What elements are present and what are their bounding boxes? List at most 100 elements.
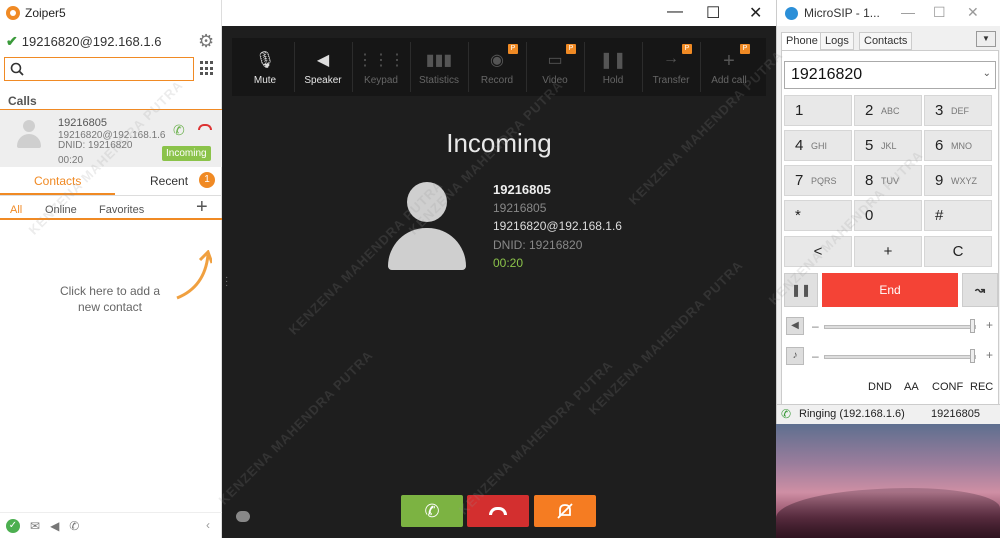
dial-key-hash[interactable]: #: [924, 200, 992, 231]
key-digit: 0: [865, 207, 874, 224]
transfer-phone-icon: ↝: [974, 283, 986, 297]
speaker-volume-slider[interactable]: [824, 325, 976, 329]
account-status[interactable]: ✔ 19216820@192.168.1.6: [6, 33, 161, 50]
contact-filter-bar: All Online Favorites +: [0, 196, 222, 220]
chat-bubble-icon[interactable]: [236, 511, 250, 522]
microphone-icon[interactable]: ♪: [786, 347, 804, 365]
add-call-label: Add call: [711, 75, 747, 86]
maximize-icon[interactable]: ☐: [706, 3, 720, 23]
dial-key-star[interactable]: *: [784, 200, 852, 231]
tab-contacts[interactable]: Contacts: [34, 174, 81, 188]
backspace-key[interactable]: <: [784, 236, 852, 267]
hold-button[interactable]: ❚❚ Hold: [584, 38, 642, 96]
add-contact-hint[interactable]: Click here to add a new contact: [50, 283, 170, 315]
dial-number-value: 19216820: [791, 66, 863, 83]
key-letters: JKL: [881, 141, 897, 151]
phone-settings-icon[interactable]: ✆: [69, 519, 79, 533]
speaker-slider-thumb[interactable]: [970, 319, 975, 333]
clear-key[interactable]: C: [924, 236, 992, 267]
dial-key-2[interactable]: 2 ABC: [854, 95, 922, 126]
end-call-button[interactable]: End: [822, 273, 958, 307]
dnd-toggle[interactable]: DND: [868, 381, 892, 393]
conference-toggle[interactable]: CONF: [932, 381, 963, 393]
zoiper-bottom-bar: ✓ ✉ ◀ ✆: [0, 512, 222, 538]
chevron-down-icon[interactable]: ⌄: [983, 68, 991, 79]
tab-logs[interactable]: Logs: [820, 32, 854, 50]
filter-favorites[interactable]: Favorites: [99, 204, 144, 216]
add-contact-plus-icon[interactable]: +: [196, 196, 208, 219]
tab-recent[interactable]: Recent: [150, 174, 188, 188]
speaker-button[interactable]: ◀ Speaker: [294, 38, 352, 96]
plus-icon: +: [986, 318, 994, 332]
plus-key[interactable]: +: [854, 236, 922, 267]
dial-key-6[interactable]: 6 MNO: [924, 130, 992, 161]
auto-answer-toggle[interactable]: AA: [904, 381, 919, 393]
transfer-button[interactable]: → Transfer P: [642, 38, 700, 96]
mic-slider-thumb[interactable]: [970, 349, 975, 363]
key-letters: GHI: [811, 141, 828, 151]
tab-contacts[interactable]: Contacts: [859, 32, 913, 50]
close-icon[interactable]: ✕: [749, 3, 762, 23]
add-call-button[interactable]: + Add call P: [700, 38, 758, 96]
zoiper-logo-icon: [6, 6, 20, 20]
dial-number-field[interactable]: 19216820 ⌄: [784, 61, 996, 89]
microphone-off-icon: 🎙: [254, 52, 276, 69]
mic-volume-slider[interactable]: [824, 355, 976, 359]
tab-phone[interactable]: Phone: [781, 32, 823, 51]
dial-key-9[interactable]: 9 WXYZ: [924, 165, 992, 196]
dial-key-1[interactable]: 1: [784, 95, 852, 126]
message-icon[interactable]: ✉: [30, 519, 40, 533]
dial-key-0[interactable]: 0: [854, 200, 922, 231]
reject-call-button[interactable]: [467, 495, 529, 527]
key-digit: 4: [795, 137, 804, 154]
panel-resize-handle[interactable]: · · ·: [225, 273, 228, 291]
search-input[interactable]: [30, 62, 180, 76]
hold-button[interactable]: ❚❚: [784, 273, 818, 307]
answer-call-button[interactable]: ✆: [401, 495, 463, 527]
microsip-app-title: MicroSIP - 1...: [804, 6, 880, 20]
active-tab-underline: [0, 193, 115, 195]
collapse-chevron-icon[interactable]: ‹: [206, 518, 210, 532]
desktop-wallpaper: [776, 424, 1000, 538]
minimize-icon[interactable]: —: [667, 3, 683, 21]
key-letters: TUV: [881, 176, 899, 186]
dial-key-4[interactable]: 4 GHI: [784, 130, 852, 161]
dial-key-5[interactable]: 5 JKL: [854, 130, 922, 161]
menu-dropdown-icon[interactable]: ▼: [976, 31, 996, 47]
transfer-button[interactable]: ↝: [962, 273, 998, 307]
hangup-phone-icon[interactable]: [198, 124, 212, 130]
answer-phone-icon[interactable]: ✆: [173, 122, 185, 139]
caller-number: 19216805: [493, 201, 547, 215]
zoiper-app-title: Zoiper5: [25, 6, 66, 20]
key-digit: 8: [865, 172, 874, 189]
silence-ringer-button[interactable]: [534, 495, 596, 527]
filter-online[interactable]: Online: [45, 204, 77, 216]
status-ok-icon[interactable]: ✓: [6, 518, 20, 533]
transfer-label: Transfer: [652, 75, 690, 86]
video-button[interactable]: ▭ Video P: [526, 38, 584, 96]
clear-label: C: [952, 243, 964, 260]
caller-name: 19216805: [493, 182, 551, 197]
key-digit: 6: [935, 137, 944, 154]
statistics-button[interactable]: ▮▮▮ Statistics: [410, 38, 468, 96]
maximize-icon[interactable]: ☐: [933, 4, 946, 21]
key-digit: 3: [935, 102, 944, 119]
filter-all[interactable]: All: [10, 204, 22, 216]
dial-key-7[interactable]: 7 PQRS: [784, 165, 852, 196]
keypad-button[interactable]: ⋮⋮⋮ Keypad: [352, 38, 410, 96]
plus-label: +: [883, 243, 893, 260]
dial-key-8[interactable]: 8 TUV: [854, 165, 922, 196]
record-button[interactable]: ◉ Record P: [468, 38, 526, 96]
search-box[interactable]: [4, 57, 194, 81]
dialpad-grid-icon[interactable]: [200, 61, 215, 76]
minimize-icon[interactable]: —: [901, 4, 915, 20]
dial-key-3[interactable]: 3 DEF: [924, 95, 992, 126]
mute-button[interactable]: 🎙 Mute: [236, 38, 294, 96]
settings-gear-icon[interactable]: ⚙: [198, 31, 214, 52]
speaker-volume-icon[interactable]: ◀: [50, 519, 59, 533]
speaker-icon: ◀: [316, 52, 330, 69]
record-toggle[interactable]: REC: [970, 381, 993, 393]
active-call-item[interactable]: 19216805 19216820@192.168.1.6 DNID: 1921…: [0, 109, 222, 167]
speaker-icon[interactable]: ◀: [786, 317, 804, 335]
close-icon[interactable]: ✕: [967, 4, 979, 21]
